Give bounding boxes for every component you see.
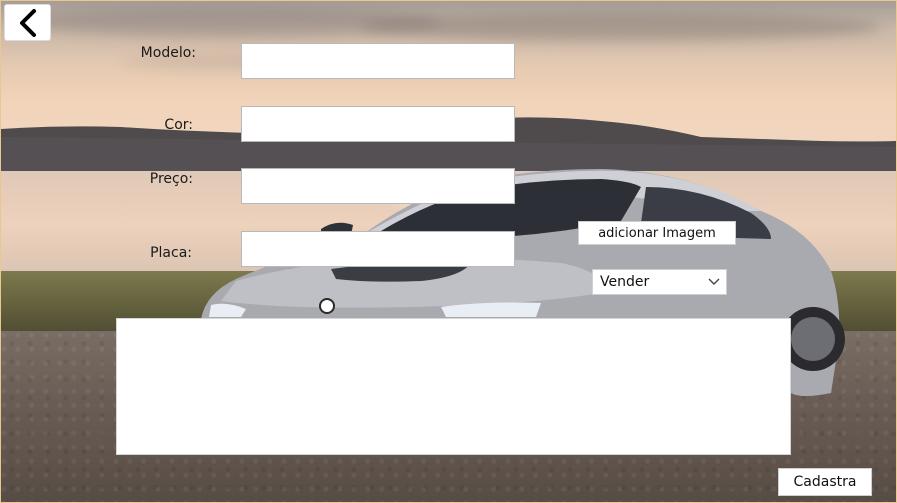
- add-image-button[interactable]: adicionar Imagem: [578, 221, 736, 245]
- description-textarea[interactable]: [116, 318, 791, 455]
- chevron-down-icon: [708, 278, 720, 285]
- operation-select-value: Vender: [600, 274, 650, 290]
- placa-label: Placa:: [150, 245, 192, 261]
- modelo-field[interactable]: [241, 43, 515, 79]
- preco-field[interactable]: [241, 168, 515, 204]
- operation-select[interactable]: Vender: [592, 269, 727, 295]
- back-button[interactable]: [4, 4, 51, 41]
- cor-field[interactable]: [241, 106, 515, 142]
- submit-button[interactable]: Cadastra: [778, 468, 872, 496]
- cor-label: Cor:: [164, 117, 193, 133]
- placa-field[interactable]: [241, 231, 515, 267]
- modelo-label: Modelo:: [140, 45, 196, 61]
- app-window: Modelo: Cor: Preço: Placa: adicionar Ima…: [0, 0, 897, 503]
- preco-label: Preço:: [149, 171, 193, 187]
- chevron-left-icon: [19, 8, 36, 37]
